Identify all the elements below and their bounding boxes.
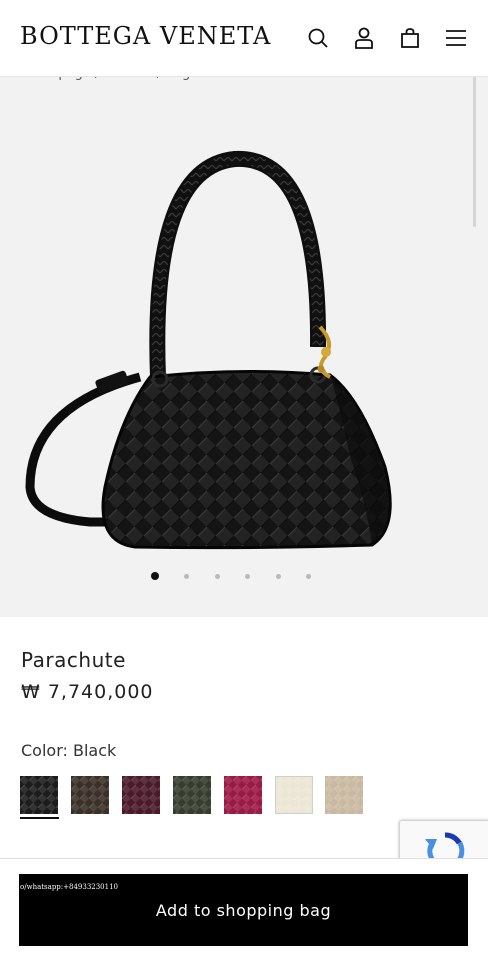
color-swatch-raspberry[interactable] xyxy=(224,776,262,814)
color-swatch-plum[interactable] xyxy=(122,776,160,814)
gallery-dot[interactable] xyxy=(245,574,250,579)
search-icon[interactable] xyxy=(306,26,330,50)
color-swatch-olive[interactable] xyxy=(173,776,211,814)
site-header: BOTTEGA VENETA xyxy=(0,0,488,77)
gallery-dot[interactable] xyxy=(184,574,189,579)
shopping-bag-icon[interactable] xyxy=(398,26,422,50)
product-price: ₩ 7,740,000 xyxy=(21,681,154,703)
account-icon[interactable] xyxy=(352,26,376,50)
selected-swatch-indicator xyxy=(20,817,59,819)
product-name: Parachute xyxy=(21,648,126,672)
product-image-gallery[interactable] xyxy=(0,77,488,617)
bottom-action-bar: Add to shopping bag o/whatsapp:+84933230… xyxy=(0,858,488,961)
gallery-dot[interactable] xyxy=(306,574,311,579)
gallery-dot[interactable] xyxy=(276,574,281,579)
gallery-scrollbar[interactable] xyxy=(473,77,476,227)
add-to-bag-label: Add to shopping bag xyxy=(155,900,332,920)
whatsapp-link[interactable]: o/whatsapp:+84933230110 xyxy=(20,883,118,891)
menu-icon[interactable] xyxy=(444,26,468,50)
selected-color-label: Color: Black xyxy=(21,741,117,760)
gallery-pagination xyxy=(0,567,488,587)
product-image xyxy=(25,150,392,550)
brand-logo[interactable]: BOTTEGA VENETA xyxy=(20,22,271,50)
gallery-dot[interactable] xyxy=(215,574,220,579)
gallery-dot[interactable] xyxy=(151,572,159,580)
color-swatch-brown[interactable] xyxy=(71,776,109,814)
color-swatch-taupe[interactable] xyxy=(325,776,363,814)
color-swatch-cream[interactable] xyxy=(275,776,313,814)
color-swatch-black[interactable] xyxy=(20,776,58,814)
